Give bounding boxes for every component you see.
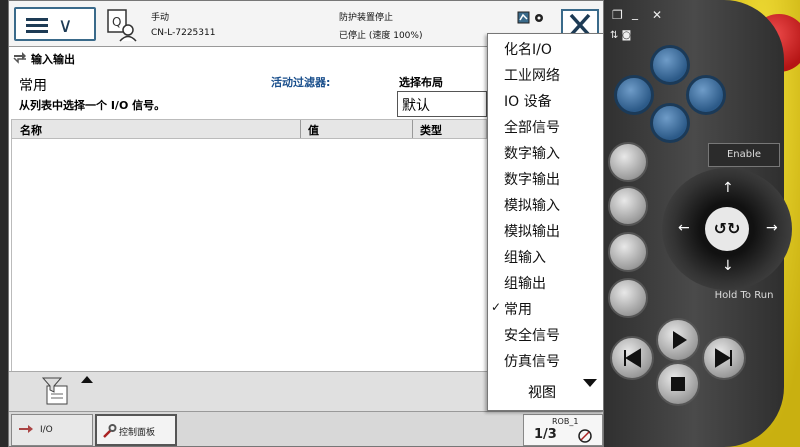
arrow-left-icon: ← xyxy=(678,220,690,236)
arrow-down-icon: ↓ xyxy=(722,258,734,274)
controller-name: CN-L-7225311 xyxy=(151,28,216,38)
menu-item-safety-signals[interactable]: 安全信号 xyxy=(488,321,603,347)
toolbar-mini-icons: ⇅ ◙ xyxy=(610,30,631,41)
camera-icon[interactable]: ◙ xyxy=(622,30,632,41)
joystick[interactable]: ↺↻ ↑ ↓ ← → xyxy=(662,168,792,290)
view-menu-button[interactable]: 视图 xyxy=(488,372,603,410)
increment-button[interactable] xyxy=(608,232,648,272)
speed-icon xyxy=(578,429,592,443)
step-forward-icon xyxy=(715,348,732,368)
toggle-increment-button[interactable] xyxy=(608,278,648,318)
run-status: 已停止 (速度 100%) xyxy=(339,31,423,41)
play-icon xyxy=(673,331,687,349)
taskbar: I/O 控制面板 ROB_1 1/3 xyxy=(9,411,603,446)
menu-item-group-output[interactable]: 组输出 xyxy=(488,269,603,295)
task-io[interactable]: I/O xyxy=(11,414,93,446)
minimize-icon[interactable]: _ xyxy=(632,6,638,20)
checkmark-icon: ✓ xyxy=(491,300,502,314)
quickset-button[interactable]: ROB_1 1/3 xyxy=(523,414,603,446)
rob-label: ROB_1 xyxy=(552,417,579,426)
key-p4[interactable] xyxy=(650,103,690,143)
layout-select[interactable]: 默认 xyxy=(397,91,487,117)
menu-item-simulated-signals[interactable]: 仿真信号 xyxy=(488,347,603,373)
io-app-icon xyxy=(19,425,33,433)
menu-item-io-device[interactable]: IO 设备 xyxy=(488,87,603,113)
close-window-icon[interactable]: ✕ xyxy=(652,8,662,22)
flexpendant-screen: ∨ Q 手动 CN-L-7225311 防护装置停止 已停止 (速度 100%) xyxy=(8,0,604,447)
stop-button[interactable] xyxy=(656,362,700,406)
io-app-icon xyxy=(13,52,26,64)
menu-item-analog-input[interactable]: 模拟输入 xyxy=(488,191,603,217)
arrow-up-icon: ↑ xyxy=(722,180,734,196)
task-io-label: I/O xyxy=(40,425,53,435)
view-label: 视图 xyxy=(528,385,556,401)
safety-status: 防护装置停止 xyxy=(339,13,394,23)
command-bar xyxy=(9,371,487,411)
step-back-icon xyxy=(624,348,641,368)
hold-to-run-label: Hold To Run xyxy=(714,290,774,301)
signal-table-header: 名称 值 类型 xyxy=(11,119,487,139)
enable-label: Enable xyxy=(708,143,780,167)
column-type[interactable]: 类型 xyxy=(420,122,442,138)
select-mechanical-unit-button[interactable] xyxy=(608,142,648,182)
app-title: 输入输出 xyxy=(31,53,75,66)
view-filter-menu: 化名I/O 工业网络 IO 设备 全部信号 数字输入 数字输出 模拟输入 模拟输… xyxy=(487,33,603,411)
robot-status-icon xyxy=(517,11,543,24)
menu-item-digital-input[interactable]: 数字输入 xyxy=(488,139,603,165)
step-backward-button[interactable] xyxy=(610,336,654,380)
arrow-right-icon: → xyxy=(766,220,778,236)
joystick-rotate-icon: ↺↻ xyxy=(705,207,749,251)
layout-label: 选择布局 xyxy=(399,76,443,89)
column-name[interactable]: 名称 xyxy=(20,122,42,138)
menu-item-common[interactable]: ✓ 常用 xyxy=(488,295,603,321)
motion-mode-button[interactable] xyxy=(608,186,648,226)
svg-text:Q: Q xyxy=(112,15,121,29)
restore-icon[interactable]: ❐ xyxy=(612,8,623,22)
menu-item-analog-output[interactable]: 模拟输出 xyxy=(488,217,603,243)
task-control-panel[interactable]: 控制面板 xyxy=(95,414,177,446)
pendant-hardware: ❐ _ ✕ ⇅ ◙ Enable ↺↻ ↑ ↓ ← → Hold To Run xyxy=(604,0,800,447)
triangle-down-icon xyxy=(583,379,597,387)
start-button[interactable] xyxy=(656,318,700,362)
user-status-icon[interactable]: Q xyxy=(106,8,138,42)
wrench-icon xyxy=(103,424,117,438)
chevron-down-icon: ∨ xyxy=(58,13,73,37)
key-p1[interactable] xyxy=(650,45,690,85)
stop-icon xyxy=(671,377,685,391)
hamburger-icon-line xyxy=(26,24,48,27)
menu-item-digital-output[interactable]: 数字输出 xyxy=(488,165,603,191)
window-controls: ❐ _ ✕ xyxy=(610,6,670,24)
step-forward-button[interactable] xyxy=(702,336,746,380)
instruction-text: 从列表中选择一个 I/O 信号。 xyxy=(19,99,166,112)
category-title: 常用 xyxy=(19,78,47,94)
column-value[interactable]: 值 xyxy=(308,122,319,138)
settings-icon[interactable]: ⇅ xyxy=(610,30,618,41)
signal-list[interactable] xyxy=(11,139,487,371)
menu-item-group-input[interactable]: 组输入 xyxy=(488,243,603,269)
filter-view-icon[interactable] xyxy=(41,376,73,408)
main-menu-button[interactable]: ∨ xyxy=(14,7,96,41)
key-p3[interactable] xyxy=(686,75,726,115)
hamburger-icon xyxy=(26,18,48,21)
task-fraction: 1/3 xyxy=(534,427,557,442)
layout-select-value: 默认 xyxy=(402,98,430,114)
menu-item-all-signals[interactable]: 全部信号 xyxy=(488,113,603,139)
hamburger-icon-line xyxy=(26,30,48,33)
column-divider xyxy=(412,120,413,138)
mode-label: 手动 xyxy=(151,13,170,23)
arrow-up-icon[interactable] xyxy=(79,374,95,384)
programmable-keys xyxy=(614,45,726,145)
menu-item-industrial-network[interactable]: 工业网络 xyxy=(488,61,603,87)
task-control-panel-label: 控制面板 xyxy=(119,428,156,438)
key-p2[interactable] xyxy=(614,75,654,115)
column-divider xyxy=(300,120,301,138)
menu-item-alias-io[interactable]: 化名I/O xyxy=(488,35,603,61)
active-filter-label: 活动过滤器: xyxy=(271,76,331,89)
